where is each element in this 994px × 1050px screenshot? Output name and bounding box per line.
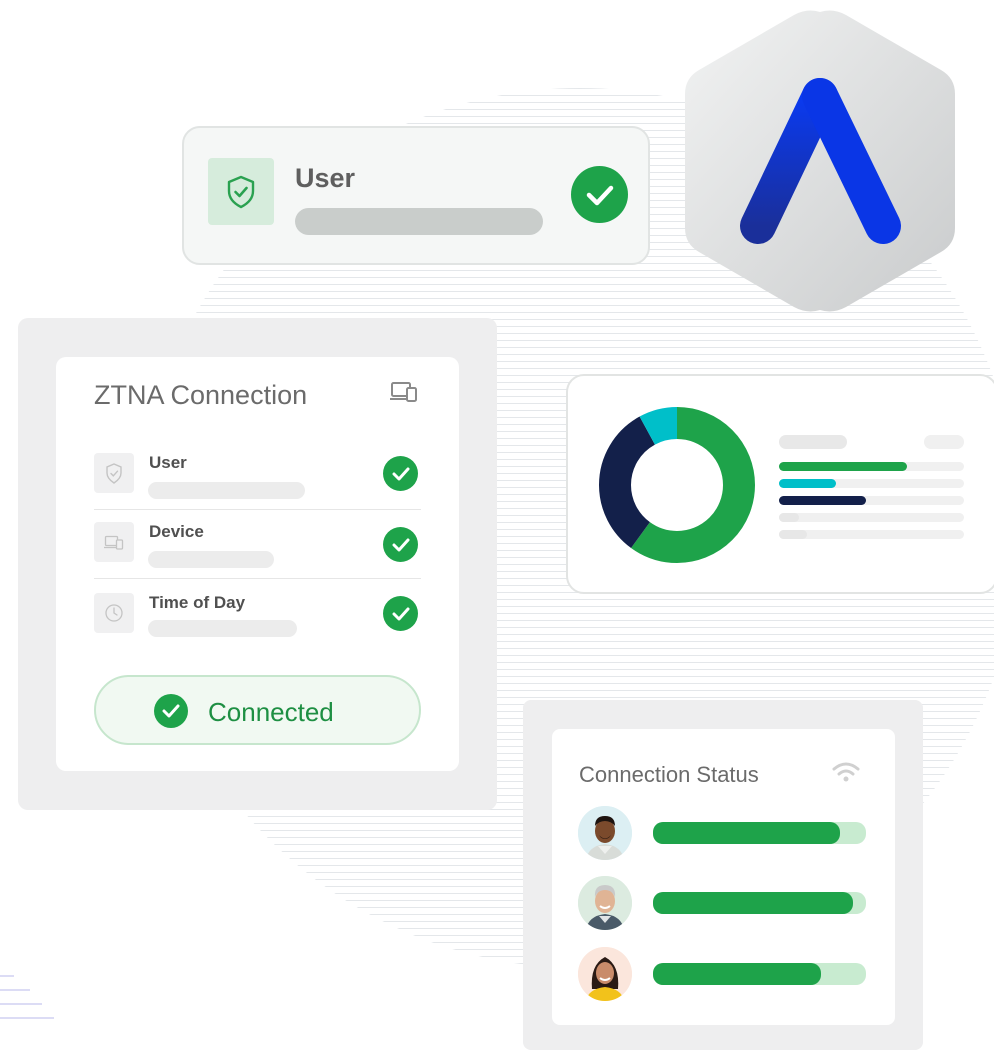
status-level-bar <box>653 963 821 985</box>
ztna-card-title: ZTNA Connection <box>94 380 308 410</box>
user-card-title: User <box>295 163 356 193</box>
connection-status-title: Connection Status <box>579 762 759 787</box>
legend-track <box>779 513 964 522</box>
legend-header-bar-short <box>924 435 964 449</box>
ztna-row-label: Time of Day <box>149 593 246 612</box>
user-avatar <box>578 947 632 1001</box>
connection-status-card: Connection Status <box>552 729 895 1025</box>
brand-logo-icon <box>683 8 957 314</box>
check-icon <box>383 456 418 491</box>
user-card-placeholder-bar <box>295 208 543 235</box>
donut-chart <box>599 407 755 563</box>
shield-icon <box>208 158 274 225</box>
ztna-row-time-of-day: Time of Day <box>94 593 421 661</box>
user-verification-card: User <box>182 126 650 265</box>
devices-icon <box>390 381 418 408</box>
status-level-bar <box>653 822 840 844</box>
status-level-bar <box>653 892 853 914</box>
user-avatar <box>578 806 632 860</box>
legend-bar-3 <box>779 513 799 522</box>
check-icon <box>154 694 188 728</box>
check-icon <box>571 166 628 223</box>
connected-label: Connected <box>208 697 334 727</box>
connected-status-button[interactable]: Connected <box>94 675 421 745</box>
legend-bar-4 <box>779 530 807 539</box>
check-icon <box>383 527 418 562</box>
shield-icon <box>94 453 134 493</box>
legend-bar-2 <box>779 496 866 505</box>
placeholder-bar <box>148 620 297 637</box>
placeholder-bar <box>148 551 274 568</box>
ztna-row-label: User <box>149 453 187 472</box>
row-divider <box>94 578 421 579</box>
wifi-icon <box>831 760 861 789</box>
ztna-connection-card: ZTNA Connection User Device Time of Day … <box>56 357 459 771</box>
clock-icon <box>94 593 134 633</box>
legend-header-bar <box>779 435 847 449</box>
ztna-row-label: Device <box>149 522 204 541</box>
check-icon <box>383 596 418 631</box>
decorative-lines <box>0 975 60 1050</box>
legend-bar-1 <box>779 479 836 488</box>
placeholder-bar <box>148 482 305 499</box>
user-avatar <box>578 876 632 930</box>
ztna-row-device: Device <box>94 522 421 590</box>
ztna-row-user: User <box>94 453 421 521</box>
legend-bar-0 <box>779 462 907 471</box>
devices-icon <box>94 522 134 562</box>
donut-chart-card <box>566 374 994 594</box>
row-divider <box>94 509 421 510</box>
